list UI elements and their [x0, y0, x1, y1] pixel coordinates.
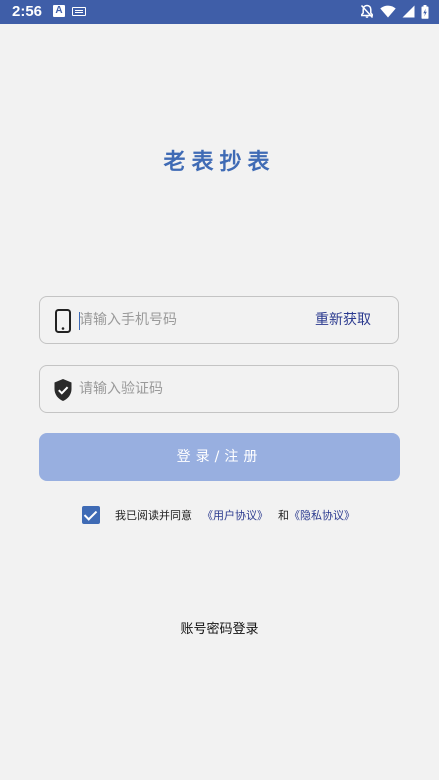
wifi-icon: [380, 5, 396, 18]
verification-code-field: [39, 365, 399, 413]
phone-field: 重新获取: [39, 296, 399, 344]
agreement-prefix: 我已阅读并同意: [115, 509, 192, 522]
battery-icon: [421, 4, 429, 19]
resend-code-button[interactable]: 重新获取: [315, 297, 371, 343]
status-left-icons: A: [53, 5, 86, 17]
phone-input[interactable]: [79, 297, 299, 343]
status-right-icons: [360, 4, 429, 19]
text-caret: [79, 312, 80, 330]
shield-check-icon: [54, 379, 72, 401]
agreement-row: 我已阅读并同意 《用户协议》 和 《隐私协议》: [82, 506, 355, 524]
verification-code-input[interactable]: [79, 366, 299, 412]
user-agreement-link[interactable]: 《用户协议》: [202, 507, 268, 523]
password-login-link[interactable]: 账号密码登录: [0, 618, 439, 637]
login-register-button[interactable]: 登录/注册: [39, 433, 400, 481]
privacy-agreement-link[interactable]: 《隐私协议》: [289, 507, 355, 523]
agreement-checkbox[interactable]: [82, 506, 100, 524]
agreement-and: 和: [278, 509, 289, 522]
a-badge-icon: A: [53, 5, 65, 17]
app-title: 老表抄表: [163, 150, 276, 175]
notifications-off-icon: [360, 4, 374, 19]
status-bar: 2:56 A: [0, 0, 439, 24]
phone-icon: [55, 309, 71, 333]
keyboard-icon: [72, 6, 86, 16]
cell-signal-icon: [402, 5, 415, 18]
status-time: 2:56: [12, 3, 43, 20]
